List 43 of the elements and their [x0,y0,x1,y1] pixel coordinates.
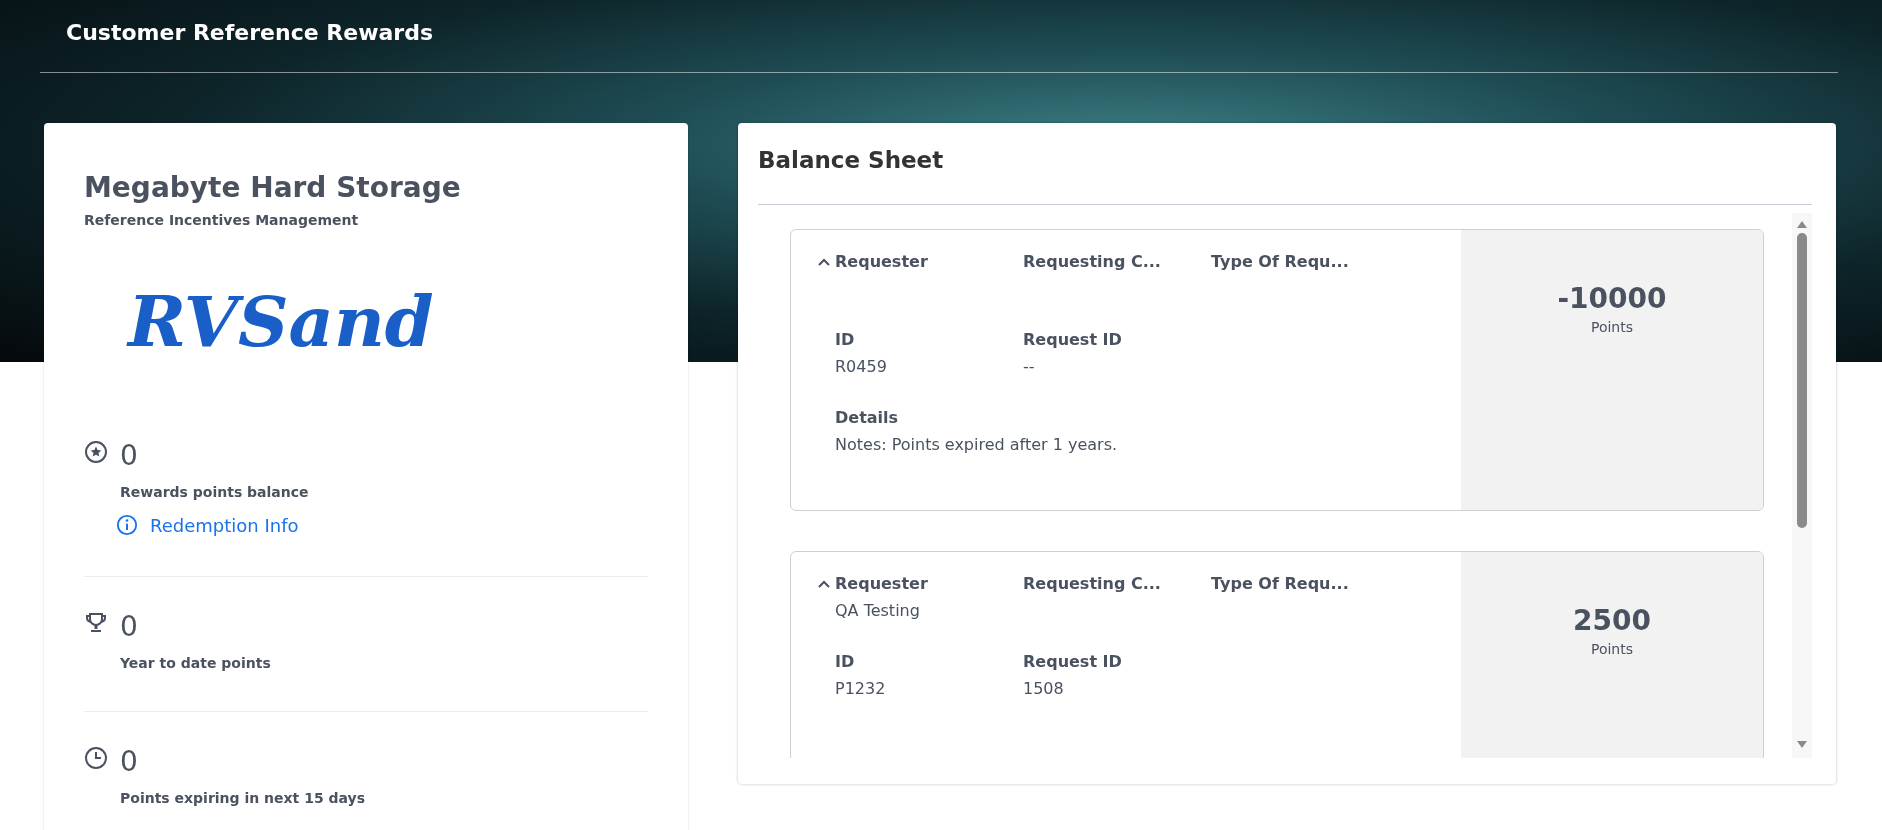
field-label: Type Of Requ... [1211,252,1349,273]
points-value: -10000 [1557,282,1667,315]
stat-value: 0 [120,746,139,778]
field-label: Requester [835,252,928,273]
stat-value: 0 [120,611,139,643]
caret-up-icon[interactable] [817,579,831,590]
field-label: Type Of Requ... [1211,574,1349,595]
field-value: R0459 [834,356,887,378]
info-icon [116,514,138,536]
points-label: Points [1590,319,1634,335]
field-label: Requesting C... [1023,574,1161,595]
field-label: ID [835,330,855,351]
field-value: P1232 [834,678,886,700]
field-label: Details [835,408,899,429]
balance-sheet-title: Balance Sheet [758,143,1812,205]
scroll-up-icon[interactable] [1796,219,1808,229]
stat-value: 0 [120,440,139,472]
field-label: Request ID [1023,652,1122,673]
clock-icon [84,746,108,770]
caret-up-icon[interactable] [817,257,831,268]
points-label: Points [1590,641,1634,657]
field-label: Request ID [1023,330,1122,351]
field-label: ID [835,652,855,673]
stat-label: Rewards points balance [120,484,309,500]
trophy-icon [84,611,108,635]
page-title: Customer Reference Rewards [65,19,435,47]
field-label: Requesting C... [1023,252,1161,273]
stat-label: Year to date points [120,655,271,671]
redemption-info-link[interactable]: Redemption Info [116,514,309,536]
points-value: 2500 [1573,604,1651,637]
field-label: Requester [835,574,928,595]
scrollbar-thumb[interactable] [1797,233,1807,528]
company-name: Megabyte Hard Storage [84,171,462,204]
field-value: -- [1022,356,1035,378]
stat-label: Points expiring in next 15 days [120,790,365,806]
field-value: Notes: Points expired after 1 years. [834,434,1118,456]
scroll-down-icon[interactable] [1796,740,1808,750]
company-subtitle: Reference Incentives Management [84,212,360,228]
field-value: 1508 [1022,678,1064,700]
company-logo: RVSand [128,280,435,365]
field-value: QA Testing [834,600,920,622]
scrollbar[interactable] [1792,213,1812,758]
link-text[interactable]: Redemption Info [150,514,299,536]
